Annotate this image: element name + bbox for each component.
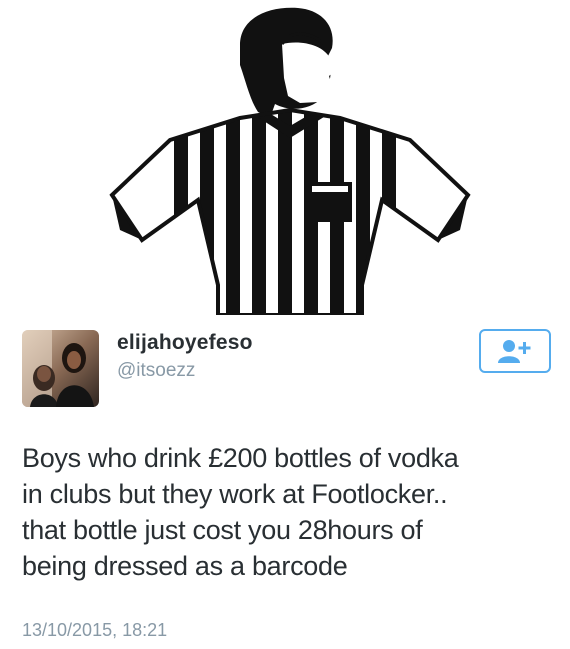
tweet-text-line: Boys who drink £200 bottles of vodka [22, 443, 459, 473]
tweet-text-line: in clubs but they work at Footlocker.. [22, 479, 448, 509]
display-name[interactable]: elijahoyefeso [117, 331, 253, 355]
referee-logo [109, 7, 471, 315]
user-handle[interactable]: @itsoezz [117, 360, 195, 382]
tweet-text: Boys who drink £200 bottles of vodka in … [22, 440, 562, 584]
timestamp[interactable]: 13/10/2015, 18:21 [22, 620, 167, 641]
avatar-photo [22, 330, 99, 407]
follow-button[interactable] [479, 329, 551, 373]
tweet-text-line: being dressed as a barcode [22, 551, 348, 581]
avatar[interactable] [22, 330, 99, 407]
follow-user-icon [498, 340, 531, 363]
tweet-text-line: that bottle just cost you 28hours of [22, 515, 423, 545]
